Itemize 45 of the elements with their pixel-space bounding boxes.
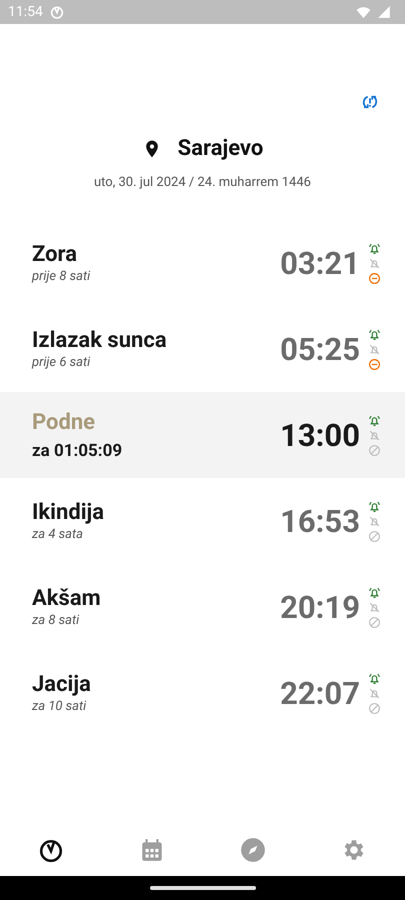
alarm-icon[interactable] (368, 500, 381, 512)
timer-icon[interactable] (38, 837, 64, 863)
minus-circle-icon[interactable] (368, 272, 381, 284)
prayer-time: 16:53 (280, 502, 360, 540)
alarm-icon[interactable] (368, 672, 381, 684)
minus-circle-icon[interactable] (368, 358, 381, 370)
alarm-icon[interactable] (368, 586, 381, 598)
prayer-row[interactable]: Akšam za 8 sati 20:19 (0, 564, 405, 650)
prayer-row[interactable]: Izlazak sunca prije 6 sati 05:25 (0, 306, 405, 392)
compass-icon[interactable] (240, 837, 266, 863)
prayer-name: Akšam (32, 586, 102, 611)
signal-icon (377, 5, 391, 19)
blocked-circle-icon[interactable] (368, 616, 381, 628)
prayer-time: 13:00 (280, 416, 360, 454)
blocked-circle-icon[interactable] (368, 444, 381, 456)
prayer-time: 22:07 (280, 674, 360, 712)
prayer-time: 20:19 (280, 588, 360, 626)
time-remaining: prije 8 sati (32, 269, 92, 284)
city-name: Sarajevo (178, 136, 264, 161)
sync-warning-icon[interactable] (361, 93, 379, 111)
prayer-name: Podne (32, 410, 96, 434)
prayer-name: Zora (32, 242, 78, 267)
time-remaining: za 8 sati (32, 613, 80, 628)
prayer-row[interactable]: Podne za 01:05:09 13:00 (0, 392, 405, 478)
time-remaining: za 01:05:09 (32, 440, 124, 460)
prayer-name: Ikindija (32, 500, 106, 525)
prayer-time: 05:25 (280, 330, 360, 368)
prayer-time: 03:21 (280, 244, 360, 282)
prayer-row[interactable]: Jacija za 10 sati 22:07 (0, 650, 405, 736)
status-time: 11:54 (8, 4, 43, 20)
alarm-icon[interactable] (368, 328, 381, 340)
prayer-row[interactable]: Ikindija za 4 sata 16:53 (0, 478, 405, 564)
prayer-name: Izlazak sunca (32, 328, 168, 353)
blocked-circle-icon[interactable] (368, 702, 381, 714)
time-remaining: za 10 sati (32, 699, 88, 714)
time-remaining: prije 6 sati (32, 355, 92, 370)
prayer-row[interactable]: Zora prije 8 sati 03:21 (0, 220, 405, 306)
time-remaining: za 4 sata (32, 527, 84, 542)
alarm-icon[interactable] (368, 242, 381, 254)
prayer-name: Jacija (32, 672, 92, 697)
wifi-icon (356, 4, 371, 20)
alarm-icon[interactable] (368, 414, 381, 426)
date-text: uto, 30. jul 2024 / 24. muharrem 1446 (93, 175, 312, 190)
timer-icon (48, 4, 65, 20)
blocked-circle-icon[interactable] (368, 530, 381, 542)
